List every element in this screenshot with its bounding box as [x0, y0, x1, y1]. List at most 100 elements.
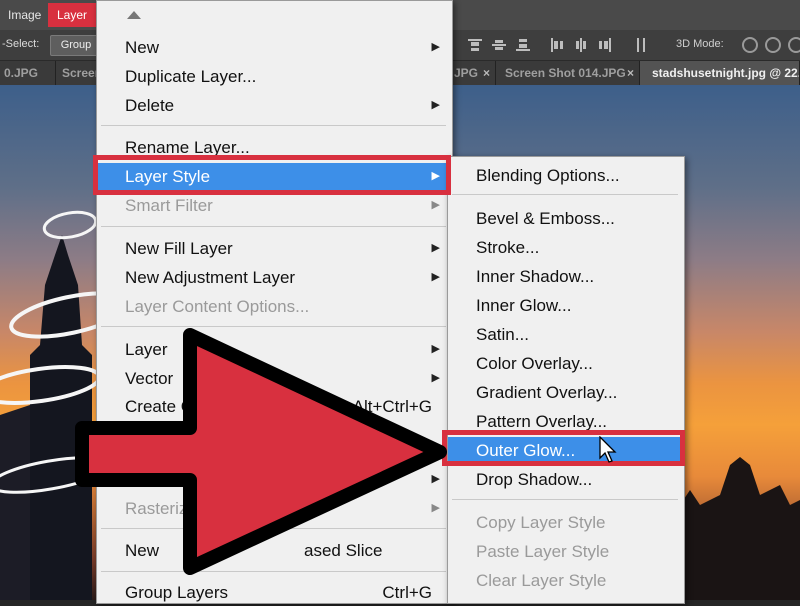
- item-label: Layer Content Options...: [125, 297, 310, 316]
- menu-item-new-layer-based-slice[interactable]: New ased Slice: [97, 537, 450, 564]
- item-label: Layer Style: [125, 167, 211, 186]
- submenu-item-outer-glow[interactable]: Outer Glow...: [448, 437, 682, 464]
- item-label: New: [125, 541, 160, 560]
- 3d-mode-label: 3D Mode:: [676, 38, 724, 50]
- item-label: Stroke...: [476, 238, 540, 257]
- submenu-arrow-icon: ▶: [431, 99, 440, 111]
- tab-doc-1[interactable]: 0.JPG: [0, 61, 56, 85]
- menu-item-layer-mask[interactable]: Layer ▶: [97, 336, 450, 363]
- menu-item-create-clipping-mask[interactable]: Create Cl Alt+Ctrl+G: [97, 393, 450, 420]
- item-label: New Fill Layer: [125, 239, 233, 258]
- menu-item-layer-style[interactable]: Layer Style ▶: [97, 163, 450, 190]
- menu-item-vector-mask[interactable]: Vector ▶: [97, 365, 450, 392]
- tab-doc-2[interactable]: Screen: [56, 61, 100, 85]
- tab-label: Screen Shot 014.JPG: [505, 66, 626, 80]
- align-bottom-icon[interactable]: [516, 38, 530, 52]
- submenu-item-drop-shadow[interactable]: Drop Shadow...: [448, 466, 682, 493]
- menu-item-layer-content-options[interactable]: Layer Content Options...: [97, 293, 450, 320]
- menu-separator: [101, 226, 446, 227]
- submenu-arrow-icon: ▶: [431, 502, 440, 514]
- item-label: Gradient Overlay...: [476, 383, 618, 402]
- shortcut-label: Alt+Ctrl+G: [352, 397, 432, 416]
- menu-layer[interactable]: Layer: [50, 5, 95, 25]
- menu-item-delete[interactable]: Delete ▶: [97, 92, 450, 119]
- submenu-item-bevel-emboss[interactable]: Bevel & Emboss...: [448, 205, 682, 232]
- submenu-arrow-icon: ▶: [431, 242, 440, 254]
- auto-select-dropdown[interactable]: Group: [50, 35, 102, 56]
- submenu-item-satin[interactable]: Satin...: [448, 321, 682, 348]
- submenu-item-color-overlay[interactable]: Color Overlay...: [448, 350, 682, 377]
- menu-item-new[interactable]: New ▶: [97, 34, 450, 61]
- auto-select-label: -Select:: [2, 38, 40, 50]
- tab-doc-active[interactable]: stadshusetnight.jpg @ 22.2: [640, 61, 800, 85]
- align-top-icon[interactable]: [468, 38, 482, 52]
- tab-doc-4[interactable]: Screen Shot 014.JPG ×: [496, 61, 640, 85]
- menu-item-new-adjustment-layer[interactable]: New Adjustment Layer ▶: [97, 264, 450, 291]
- tab-label: JPG: [454, 66, 479, 80]
- menu-separator: [101, 528, 446, 529]
- tab-label: Screen: [62, 66, 100, 80]
- submenu-arrow-icon: ▶: [431, 271, 440, 283]
- menu-separator: [452, 499, 678, 500]
- menu-item-new-fill-layer[interactable]: New Fill Layer ▶: [97, 235, 450, 262]
- submenu-arrow-icon: ▶: [431, 199, 440, 211]
- item-label: Inner Glow...: [476, 296, 572, 315]
- menu-item-smart-filter[interactable]: Smart Filter ▶: [97, 192, 450, 219]
- submenu-item-pattern-overlay[interactable]: Pattern Overlay...: [448, 408, 682, 435]
- item-label: Clear Layer Style: [476, 571, 607, 590]
- item-label: Bevel & Emboss...: [476, 209, 615, 228]
- close-icon[interactable]: ×: [483, 61, 490, 85]
- 3d-roll-icon[interactable]: [765, 37, 781, 53]
- submenu-item-inner-glow[interactable]: Inner Glow...: [448, 292, 682, 319]
- item-label: Color Overlay...: [476, 354, 593, 373]
- scroll-up-icon[interactable]: [127, 11, 141, 19]
- align-vcenter-icon[interactable]: [492, 38, 506, 52]
- submenu-arrow-icon: ▶: [431, 343, 440, 355]
- align-right-icon[interactable]: [598, 38, 612, 52]
- submenu-item-paste-layer-style[interactable]: Paste Layer Style: [448, 538, 682, 565]
- submenu-arrow-icon: ▶: [431, 41, 440, 53]
- menu-separator: [452, 194, 678, 195]
- close-icon[interactable]: ×: [627, 61, 634, 85]
- menu-separator: [101, 125, 446, 126]
- item-label: Group Layers: [125, 583, 228, 602]
- menu-item-duplicate-layer[interactable]: Duplicate Layer...: [97, 63, 450, 90]
- tab-doc-3[interactable]: JPG ×: [446, 61, 496, 85]
- item-label: Pattern Overlay...: [476, 412, 608, 431]
- tab-label: stadshusetnight.jpg @ 22.2: [652, 66, 800, 80]
- item-label: Paste Layer Style: [476, 542, 610, 561]
- layer-menu: New ▶ Duplicate Layer... Delete ▶ Rename L…: [96, 0, 453, 604]
- submenu-item-blending-options[interactable]: Blending Options...: [448, 162, 682, 189]
- item-label: Inner Shadow...: [476, 267, 595, 286]
- submenu-arrow-icon: ▶: [431, 473, 440, 485]
- align-buttons: [462, 38, 662, 54]
- shortcut-label: Ctrl+G: [382, 583, 432, 602]
- item-label: Layer: [125, 340, 168, 359]
- submenu-item-gradient-overlay[interactable]: Gradient Overlay...: [448, 379, 682, 406]
- submenu-item-inner-shadow[interactable]: Inner Shadow...: [448, 263, 682, 290]
- item-label: Drop Shadow...: [476, 470, 593, 489]
- menu-image[interactable]: Image: [1, 5, 48, 25]
- submenu-item-copy-layer-style[interactable]: Copy Layer Style: [448, 509, 682, 536]
- item-label: New: [125, 38, 160, 57]
- menu-item-video-layers[interactable]: Video La ▶: [97, 466, 450, 493]
- 3d-pan-icon[interactable]: [788, 37, 800, 53]
- item-label: New Adjustment Layer: [125, 268, 296, 287]
- 3d-rotate-icon[interactable]: [742, 37, 758, 53]
- align-hcenter-icon[interactable]: [574, 38, 588, 52]
- menu-item-group-layers[interactable]: Group Layers Ctrl+G: [97, 579, 450, 606]
- tab-label: 0.JPG: [4, 66, 39, 80]
- item-label: Smart Filter: [125, 196, 213, 215]
- submenu-arrow-icon: ▶: [431, 372, 440, 384]
- submenu-item-stroke[interactable]: Stroke...: [448, 234, 682, 261]
- menu-item-rename-layer[interactable]: Rename Layer...: [97, 134, 450, 161]
- distribute-icon[interactable]: [634, 38, 648, 52]
- align-left-icon[interactable]: [550, 38, 564, 52]
- item-label: Rename Layer...: [125, 138, 250, 157]
- menu-item-rasterize[interactable]: Rasterize ▶: [97, 495, 450, 522]
- submenu-item-clear-layer-style[interactable]: Clear Layer Style: [448, 567, 682, 594]
- item-label: Rasterize: [125, 499, 197, 518]
- item-label: Blending Options...: [476, 166, 620, 185]
- item-label: Outer Glow...: [476, 441, 576, 460]
- item-label: Copy Layer Style: [476, 513, 606, 532]
